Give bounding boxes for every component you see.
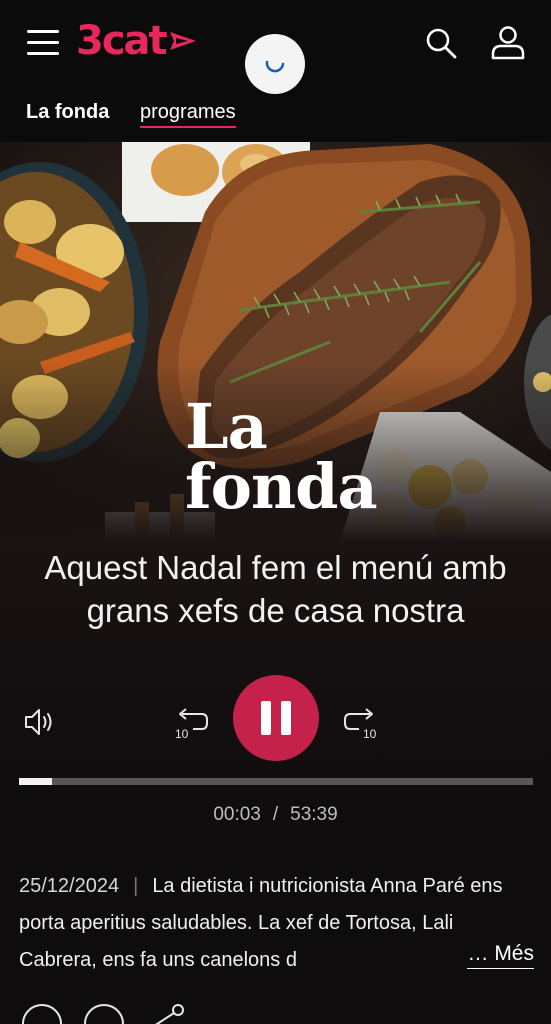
- action-bar: [0, 1000, 551, 1024]
- logo-signal-icon: [169, 32, 196, 50]
- rewind-seconds-label: 10: [175, 727, 189, 741]
- episode-title: Aquest Nadal fem el menú amb grans xefs …: [44, 549, 507, 629]
- logo[interactable]: 3cat: [76, 18, 198, 64]
- program-logo-title: La fonda: [185, 390, 378, 523]
- pause-button[interactable]: [233, 675, 319, 761]
- progress-fill: [19, 778, 53, 785]
- user-icon[interactable]: [490, 24, 526, 60]
- logo-text: 3cat: [76, 18, 168, 64]
- volume-icon[interactable]: [22, 704, 58, 740]
- more-container: … Més: [400, 940, 534, 976]
- forward-10-icon[interactable]: 10: [342, 702, 380, 742]
- hamburger-line: [27, 52, 59, 55]
- current-time: 00:03: [213, 804, 261, 825]
- program-logo-line: fonda: [185, 450, 378, 523]
- share-icon[interactable]: [146, 1002, 186, 1024]
- hamburger-icon[interactable]: [27, 30, 59, 56]
- time-display: 00:03 / 53:39: [0, 804, 551, 826]
- search-glyph: [426, 28, 457, 59]
- time-separator: /: [272, 804, 279, 825]
- hero-image: La fonda: [0, 142, 551, 542]
- add-to-list-icon[interactable]: [22, 1004, 62, 1024]
- pause-icon: [281, 701, 291, 735]
- episode-date: 25/12/2024: [19, 875, 120, 897]
- forward-glyph: 10: [344, 708, 377, 741]
- spinner-icon: [245, 34, 305, 94]
- program-logo-line: La: [185, 390, 268, 463]
- more-link[interactable]: … Més: [467, 940, 534, 969]
- hamburger-line: [27, 30, 59, 33]
- player-panel: Aquest Nadal fem el menú amb grans xefs …: [0, 542, 551, 1024]
- hamburger-line: [27, 41, 59, 44]
- program-nav-title[interactable]: La fonda: [26, 101, 109, 124]
- progress-bar[interactable]: [19, 778, 533, 785]
- rewind-10-icon[interactable]: 10: [172, 702, 210, 742]
- volume-glyph: [25, 709, 52, 735]
- top-bar: 3cat La fonda programes: [0, 0, 551, 142]
- forward-seconds-label: 10: [363, 727, 377, 741]
- pause-icon: [261, 701, 271, 735]
- loading-arc: [265, 60, 285, 73]
- user-glyph: [491, 26, 525, 60]
- sub-navigation: La fonda programes: [0, 96, 551, 136]
- programs-link[interactable]: programes: [140, 101, 236, 128]
- divider: |: [133, 875, 139, 897]
- download-icon[interactable]: [84, 1004, 124, 1024]
- rewind-glyph: 10: [175, 708, 208, 741]
- search-icon[interactable]: [424, 26, 458, 60]
- duration: 53:39: [290, 804, 338, 825]
